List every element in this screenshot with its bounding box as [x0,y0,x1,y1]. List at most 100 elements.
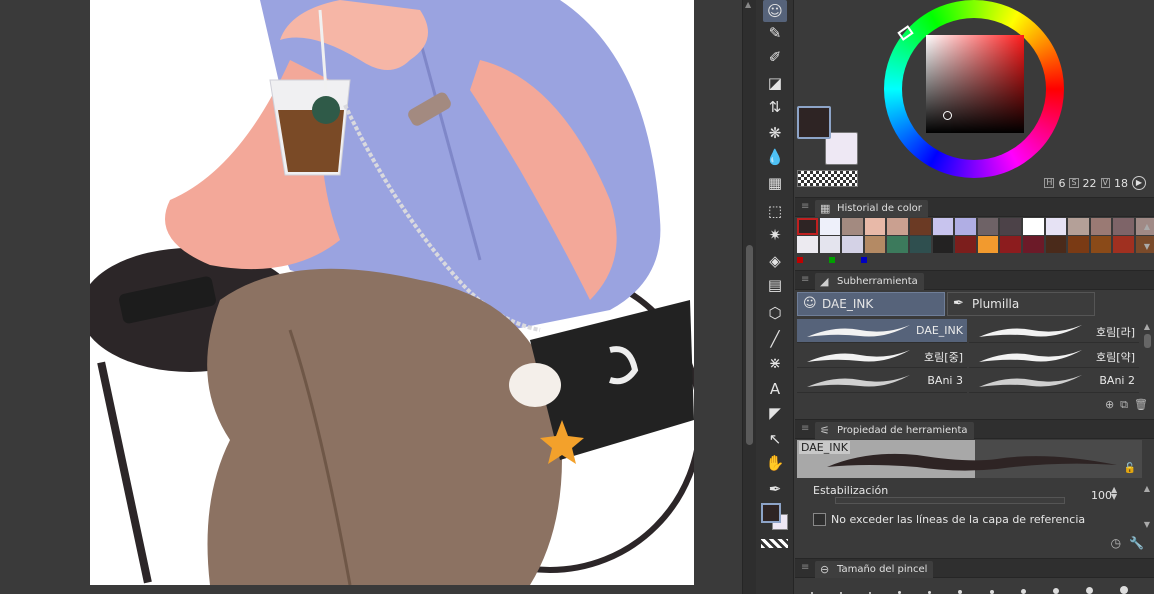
wrench-icon[interactable]: 🔧 [1129,536,1144,550]
layer-move-tool[interactable]: ⇅ [763,96,787,118]
history-swatch[interactable] [864,218,886,235]
prop-scroll-up-icon[interactable]: ▲ [1142,484,1152,493]
grip-icon[interactable]: ≡ [801,201,809,212]
history-swatch[interactable] [887,218,908,235]
history-scroll-down-icon[interactable]: ▼ [1142,242,1152,251]
brush-doll-tool[interactable]: ☺ [763,0,787,22]
history-swatch[interactable] [1000,236,1021,253]
stabilization-value[interactable]: 100 [1091,489,1112,502]
subtool-brush-item[interactable]: 호림[중] [797,344,967,368]
history-swatch[interactable] [842,218,863,235]
brush-size-preset[interactable] [1086,587,1094,594]
saturation-value-square[interactable] [926,35,1024,133]
fill-tool[interactable]: ◈ [763,250,787,272]
pen-tool[interactable]: ✎ [763,22,787,44]
history-swatch[interactable] [955,218,976,235]
history-swatch[interactable] [864,236,886,253]
history-swatch[interactable] [1113,218,1134,235]
history-swatch[interactable] [1000,218,1021,235]
canvas-vertical-scrollbar[interactable]: ▲ [742,0,756,594]
play-icon[interactable]: ▶ [1132,176,1146,190]
brush-size-preset[interactable] [1052,588,1059,594]
grip-icon[interactable]: ≡ [801,562,809,573]
restore-icon[interactable]: ◷ [1111,536,1121,550]
delete-subtool-icon[interactable]: 🗑 [1134,398,1148,412]
history-swatch[interactable] [1045,236,1067,253]
eyedropper-tool[interactable]: ✒ [763,478,787,500]
history-swatch[interactable] [1068,236,1089,253]
subtool-brush-item[interactable]: DAE_INK [797,319,967,343]
history-swatch[interactable] [842,236,863,253]
history-swatch[interactable] [977,236,999,253]
toolbar-transparent-color[interactable] [761,539,788,548]
history-swatch[interactable] [1045,218,1067,235]
object-tool[interactable]: ↖ [763,428,787,450]
duplicate-subtool-icon[interactable]: ⧉ [1120,398,1128,412]
brush-size-preset[interactable] [1120,586,1129,594]
history-swatch[interactable] [1090,218,1112,235]
scroll-up-icon[interactable]: ▲ [745,0,751,9]
history-scroll-up-icon[interactable]: ▲ [1142,222,1152,231]
history-swatch[interactable] [955,236,976,253]
balloon-tool[interactable]: ◤ [763,402,787,424]
history-swatch[interactable] [1090,236,1112,253]
h-value[interactable]: 6 [1058,177,1065,190]
tab-color-history[interactable]: ▦ Historial de color [815,200,928,217]
scrollbar-thumb[interactable] [746,245,753,445]
stabilization-slider[interactable] [835,497,1065,504]
prop-scroll-down-icon[interactable]: ▼ [1142,520,1152,529]
transparent-color-swatch[interactable] [797,170,858,187]
tab-tool-property[interactable]: ⚟ Propiedad de herramienta [815,422,974,439]
history-swatch[interactable] [909,218,931,235]
brush-size-preset[interactable] [989,590,994,594]
canvas-area[interactable] [0,0,742,594]
history-swatch[interactable] [819,218,841,235]
stabilization-spinner[interactable]: ▲ ▼ [1111,486,1117,501]
subtool-brush-item[interactable]: 호림[라] [969,319,1139,343]
brush-scroll-thumb[interactable] [1144,334,1151,348]
blend-tool[interactable]: 💧 [763,146,787,168]
history-swatch[interactable] [797,236,818,253]
history-swatch[interactable] [1022,218,1044,235]
text-tool[interactable]: A [763,378,787,400]
auto-select-tool[interactable]: ✷ [763,224,787,246]
eraser-tool[interactable]: ◪ [763,72,787,94]
history-mini-swatch[interactable] [797,257,803,263]
gradient-tool[interactable]: ▤ [763,274,787,296]
add-subtool-icon[interactable]: ⊕ [1105,398,1114,412]
selection-tool[interactable]: ⬚ [763,200,787,222]
brush-scroll-up-icon[interactable]: ▲ [1142,322,1152,331]
artwork-canvas[interactable] [90,0,694,585]
history-swatch[interactable] [1068,218,1089,235]
history-swatch[interactable] [887,236,908,253]
3d-tool[interactable]: ⬡ [763,302,787,324]
subtool-brush-item[interactable]: BAni 3 [797,369,967,393]
history-swatch[interactable] [1022,236,1044,253]
toolbar-main-color[interactable] [761,503,781,523]
frame-tool[interactable]: ⋇ [763,352,787,374]
grid-tool[interactable]: ▦ [763,172,787,194]
brush-size-preset[interactable] [1020,589,1026,594]
history-swatch[interactable] [1113,236,1134,253]
tab-subtool[interactable]: ◢ Subherramienta [815,273,924,290]
tab-brush-size[interactable]: ⊖ Tamaño del pincel [815,561,934,578]
subtool-group-plumilla[interactable]: ✒ Plumilla [947,292,1095,316]
grip-icon[interactable]: ≡ [801,274,809,285]
subtool-brush-item[interactable]: BAni 2 [969,369,1139,393]
history-swatch[interactable] [932,236,954,253]
grip-icon[interactable]: ≡ [801,423,809,434]
s-value[interactable]: 22 [1083,177,1097,190]
lock-icon[interactable]: 🔓 [1124,463,1136,474]
line-tool[interactable]: ╱ [763,328,787,350]
decoration-tool[interactable]: ❋ [763,122,787,144]
sv-cursor[interactable] [943,111,952,120]
history-mini-swatch[interactable] [829,257,835,263]
history-mini-swatch[interactable] [861,257,867,263]
hand-tool[interactable]: ✋ [763,452,787,474]
reference-layer-checkbox[interactable] [813,513,826,526]
subtool-group-dae-ink[interactable]: ☺ DAE_INK [797,292,945,316]
marker-tool[interactable]: ✐ [763,46,787,68]
subtool-brush-item[interactable]: 호림[약] [969,344,1139,368]
brush-size-preset[interactable] [958,590,963,594]
history-swatch[interactable] [797,218,818,235]
